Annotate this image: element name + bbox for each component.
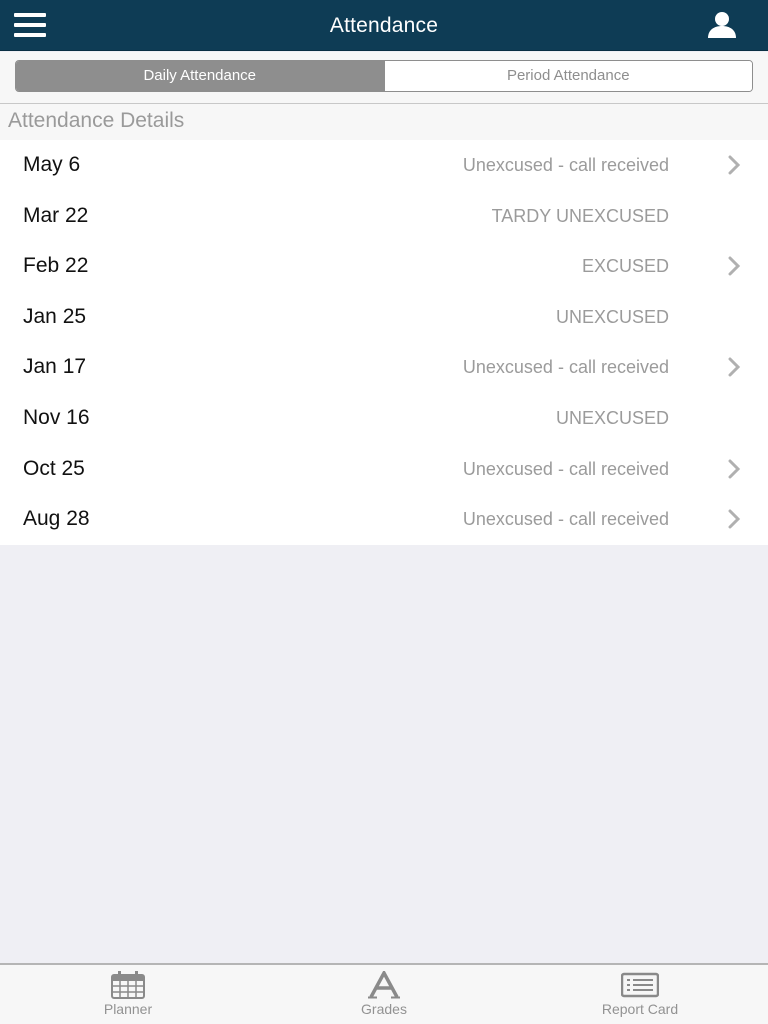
attendance-date: Oct 25 [23, 456, 85, 480]
chevron-right-icon [728, 509, 741, 529]
attendance-status: Unexcused - call received [462, 357, 669, 378]
attendance-status: UNEXCUSED [555, 407, 669, 428]
list-item[interactable]: Jan 17 Unexcused - call received [0, 342, 768, 393]
profile-button[interactable] [706, 11, 738, 39]
attendance-date: Nov 16 [23, 405, 90, 429]
list-item: Jan 25 UNEXCUSED [0, 292, 768, 343]
tab-planner[interactable]: Planner [58, 965, 198, 1024]
attendance-status: UNEXCUSED [555, 306, 669, 327]
section-header: Attendance Details [0, 104, 768, 140]
attendance-date: Jan 25 [23, 304, 87, 328]
attendance-date: Jan 17 [23, 355, 87, 379]
report-card-icon [621, 972, 659, 998]
calendar-icon [111, 971, 145, 999]
attendance-status: EXCUSED [581, 256, 669, 277]
attendance-date: Aug 28 [23, 507, 90, 531]
attendance-status: Unexcused - call received [462, 509, 669, 530]
attendance-status: TARDY UNEXCUSED [491, 205, 669, 226]
list-item: Nov 16 UNEXCUSED [0, 393, 768, 444]
attendance-date: Feb 22 [23, 254, 89, 278]
grades-letter-a-icon [368, 971, 400, 999]
tab-label: Report Card [601, 1001, 679, 1017]
list-item: Mar 22 TARDY UNEXCUSED [0, 191, 768, 242]
attendance-date: May 6 [23, 153, 81, 176]
tab-bar: Planner Grades Report Card [0, 963, 768, 1024]
chevron-right-icon [728, 256, 741, 276]
page-title: Attendance [329, 14, 439, 37]
list-item[interactable]: Feb 22 EXCUSED [0, 241, 768, 292]
navigation-bar: Attendance [0, 0, 768, 51]
tab-report-card[interactable]: Report Card [570, 965, 710, 1024]
section-title: Attendance Details [8, 109, 185, 132]
segment-daily-attendance[interactable]: Daily Attendance [16, 61, 384, 91]
tab-label: Grades [361, 1001, 407, 1017]
attendance-date: Mar 22 [23, 203, 89, 227]
segment-bar: Daily Attendance Period Attendance [0, 52, 768, 104]
tab-grades[interactable]: Grades [314, 965, 454, 1024]
list-item[interactable]: May 6 Unexcused - call received [0, 140, 768, 191]
attendance-status: Unexcused - call received [462, 458, 669, 479]
chevron-right-icon [728, 459, 741, 479]
attendance-status: Unexcused - call received [462, 155, 669, 175]
attendance-list: May 6 Unexcused - call received Mar 22 T… [0, 140, 768, 545]
chevron-right-icon [728, 155, 741, 175]
user-profile-icon [708, 12, 736, 38]
chevron-right-icon [728, 357, 741, 377]
list-item[interactable]: Aug 28 Unexcused - call received [0, 494, 768, 545]
tab-label: Planner [103, 1001, 153, 1017]
list-item[interactable]: Oct 25 Unexcused - call received [0, 444, 768, 495]
segment-period-attendance[interactable]: Period Attendance [383, 61, 752, 91]
attendance-type-segmented-control: Daily Attendance Period Attendance [15, 60, 753, 92]
